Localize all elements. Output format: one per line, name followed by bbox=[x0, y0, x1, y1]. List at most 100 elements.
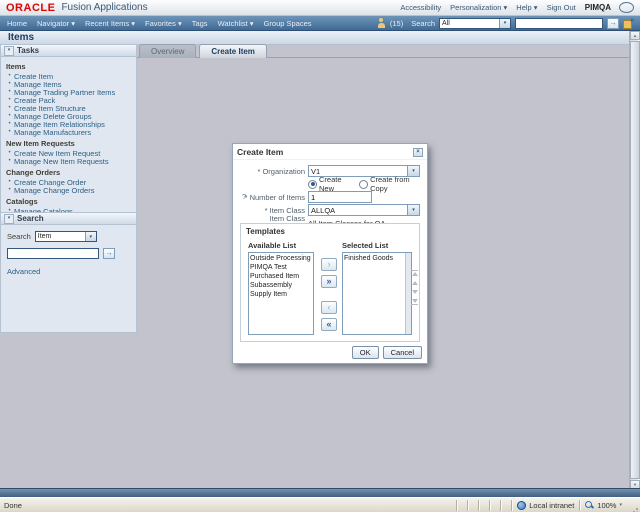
dialog-fields: * Organization V1 ▾ Create New Create fr… bbox=[233, 165, 427, 232]
browser-scrollbar[interactable]: ▲ ▼ bbox=[629, 31, 640, 489]
close-icon[interactable]: × bbox=[413, 147, 423, 157]
ok-button[interactable]: OK bbox=[351, 346, 379, 359]
topbar-links: Accessibility Personalization ▾ Help ▾ Sign… bbox=[400, 3, 611, 12]
nav-item-home[interactable]: Home bbox=[7, 19, 27, 28]
move-to-top-icon[interactable] bbox=[411, 270, 418, 276]
navbar-menu: Home Navigator ▾ Recent Items ▾ Favorites ▾… bbox=[7, 19, 312, 28]
available-list-item[interactable]: Supply Item bbox=[250, 290, 312, 299]
global-search-label: Search bbox=[411, 18, 435, 28]
tasks-sections: Items • Create Item • Manage Items • Manage Tr… bbox=[0, 57, 137, 212]
available-list-item[interactable]: Subassembly bbox=[250, 281, 312, 290]
top-link-help[interactable]: Help ▾ bbox=[516, 3, 537, 12]
move-up-icon[interactable] bbox=[411, 281, 418, 285]
alerts-count[interactable]: (15) bbox=[390, 19, 403, 28]
security-zone-text: Local intranet bbox=[529, 500, 575, 510]
remove-all-icon[interactable]: « bbox=[321, 318, 337, 331]
person-icon[interactable] bbox=[377, 18, 386, 28]
top-link-personalization[interactable]: Personalization ▾ bbox=[450, 3, 507, 12]
bullet-icon: • bbox=[8, 81, 11, 87]
search-panel-header[interactable]: ▾ Search bbox=[0, 212, 137, 225]
help-icon[interactable]: ? bbox=[242, 192, 246, 201]
chevron-down-icon[interactable]: ▾ bbox=[619, 502, 622, 508]
available-list[interactable]: Outside Processing ItemPIMQA TestPurchas… bbox=[248, 252, 314, 335]
templates-section: Templates Available List Selected List O… bbox=[240, 223, 420, 342]
tab-create-item[interactable]: Create Item bbox=[199, 44, 267, 58]
magnifier-icon bbox=[585, 500, 594, 510]
selected-list[interactable]: Finished Goods bbox=[342, 252, 412, 335]
item-class-select[interactable]: ALLQA ▾ bbox=[308, 204, 420, 216]
current-user-label: PIMQA bbox=[584, 3, 611, 12]
reorder-buttons bbox=[411, 270, 418, 305]
sidebar-search-input[interactable] bbox=[7, 248, 99, 259]
search-scope-select[interactable]: All ▾ bbox=[439, 17, 511, 29]
available-list-item[interactable]: Purchased Item bbox=[250, 272, 312, 281]
tasks-panel-title: Tasks bbox=[17, 46, 40, 55]
nav-item-watchlist[interactable]: Watchlist ▾ bbox=[218, 19, 254, 28]
nav-item-navigator[interactable]: Navigator ▾ bbox=[37, 19, 75, 28]
move-down-icon[interactable] bbox=[411, 290, 418, 294]
navbar-right: (15) Search All ▾ → bbox=[377, 17, 634, 29]
top-branding-bar: ORACLE Fusion Applications Accessibility… bbox=[0, 0, 640, 16]
available-list-label: Available List bbox=[248, 241, 297, 250]
top-link-accessibility[interactable]: Accessibility bbox=[400, 3, 441, 12]
dialog-title-bar: Create Item × bbox=[233, 144, 427, 160]
chevron-down-icon[interactable]: ▾ bbox=[84, 232, 96, 241]
advanced-search-link[interactable]: Advanced bbox=[7, 267, 40, 276]
cancel-button[interactable]: Cancel bbox=[382, 346, 422, 359]
bullet-icon: • bbox=[8, 150, 11, 156]
bullet-icon: • bbox=[8, 187, 11, 193]
tasks-panel-header[interactable]: ▾ Tasks bbox=[0, 44, 137, 57]
sidebar-search-go-button[interactable]: → bbox=[103, 248, 115, 259]
zoom-cell[interactable]: 100% ▾ bbox=[579, 499, 627, 511]
security-zone-cell: Local intranet bbox=[511, 499, 579, 511]
search-panel-body: Search Item ▾ → Advanced bbox=[0, 225, 137, 333]
search-go-button[interactable]: → bbox=[607, 17, 619, 29]
selected-list-item[interactable]: Finished Goods bbox=[344, 254, 405, 263]
advanced-search-icon[interactable] bbox=[623, 17, 634, 29]
chevron-down-icon[interactable]: ▾ bbox=[499, 18, 510, 28]
bullet-icon: • bbox=[8, 121, 11, 127]
move-selected-icon[interactable]: › bbox=[321, 258, 337, 271]
create-new-radio[interactable] bbox=[308, 179, 317, 189]
available-list-item[interactable]: Outside Processing Item bbox=[250, 254, 313, 263]
create-from-copy-radio[interactable] bbox=[359, 179, 369, 189]
organization-label: * Organization bbox=[257, 166, 305, 176]
dialog-buttons: OK Cancel bbox=[351, 346, 422, 359]
tab-overview[interactable]: Overview bbox=[139, 44, 197, 58]
scroll-up-icon[interactable]: ▲ bbox=[630, 31, 640, 40]
chevron-down-icon[interactable]: ▾ bbox=[407, 205, 419, 215]
nav-item-group-spaces[interactable]: Group Spaces bbox=[264, 19, 312, 28]
sidebar-task-row: • Manage New Item Requests bbox=[5, 157, 126, 166]
sidebar-link-manage-new-item-requests[interactable]: Manage New Item Requests bbox=[14, 157, 109, 166]
search-type-select[interactable]: Item ▾ bbox=[34, 231, 97, 242]
collapse-icon[interactable]: ▾ bbox=[4, 213, 14, 224]
templates-header: Templates bbox=[246, 227, 285, 236]
global-search-input[interactable] bbox=[515, 17, 603, 29]
tab-bar: Overview Create Item bbox=[139, 44, 270, 58]
chat-bubble-icon[interactable] bbox=[619, 2, 634, 13]
resize-grip[interactable] bbox=[627, 499, 640, 512]
sidebar-link-manage-change-orders[interactable]: Manage Change Orders bbox=[14, 186, 94, 195]
page-title-bar: Items bbox=[0, 31, 640, 45]
sidebar-section-title: Change Orders bbox=[6, 168, 61, 177]
sidebar-section-title: New Item Requests bbox=[6, 139, 75, 148]
top-link-sign-out[interactable]: Sign Out bbox=[547, 3, 576, 12]
move-all-icon[interactable]: » bbox=[321, 275, 337, 288]
bullet-icon: • bbox=[8, 89, 11, 95]
sidebar-task-row: • Manage Change Orders bbox=[5, 186, 126, 195]
available-list-item[interactable]: PIMQA Test bbox=[250, 263, 312, 272]
browser-status-bar: Done Local intranet 100% ▾ bbox=[0, 497, 640, 512]
move-to-bottom-icon[interactable] bbox=[411, 299, 418, 305]
scroll-thumb[interactable] bbox=[630, 41, 640, 479]
nav-item-tags[interactable]: Tags bbox=[192, 19, 208, 28]
dialog-title: Create Item bbox=[237, 147, 284, 157]
number-of-items-input[interactable] bbox=[308, 191, 372, 203]
remove-selected-icon[interactable]: ‹ bbox=[321, 301, 337, 314]
collapse-icon[interactable]: ▾ bbox=[4, 45, 14, 56]
bullet-icon: • bbox=[8, 97, 11, 103]
nav-item-favorites[interactable]: Favorites ▾ bbox=[145, 19, 182, 28]
sidebar-link-manage-manufacturers[interactable]: Manage Manufacturers bbox=[14, 128, 91, 137]
nav-item-recent-items[interactable]: Recent Items ▾ bbox=[85, 19, 135, 28]
search-field-label: Search bbox=[7, 232, 31, 241]
sidebar-task-row: • Manage Manufacturers bbox=[5, 128, 126, 137]
